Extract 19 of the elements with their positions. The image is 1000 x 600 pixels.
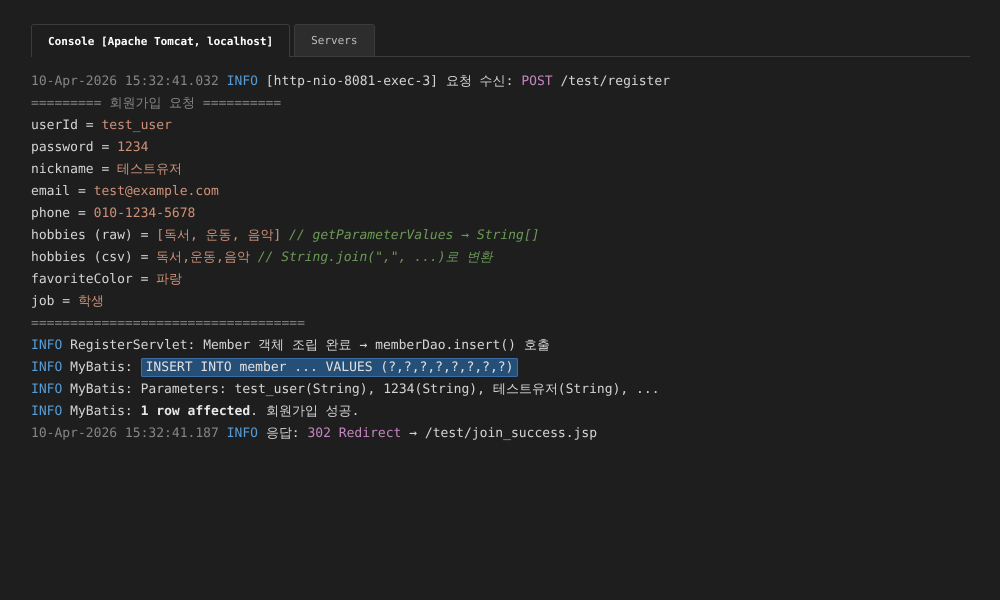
log-line: INFO RegisterServlet: Member 객체 조립 완료 → memberDao.insert() 호출 [31, 337, 551, 355]
log-line: ========= 회원가입 요청 ========== [31, 95, 282, 113]
log-line: password = 1234 [31, 139, 150, 157]
console-tab[interactable]: Servers [294, 24, 375, 56]
log-line: nickname = 테스트유저 [31, 161, 184, 179]
log-line: INFO MyBatis: 1 row affected. 회원가입 성공. [31, 403, 360, 421]
log-line: 10-Apr-2026 15:32:41.187 INFO 응답: 302 Redirect → /test/join_success.jsp [31, 425, 598, 443]
log-line: INFO MyBatis: Parameters: test_user(String), 1234(String), 테스트유저(String), ... [31, 381, 661, 399]
log-line: hobbies (raw) = [독서, 운동, 음악] // getParameterValues → String[] [31, 227, 540, 245]
log-line: job = 학생 [31, 293, 105, 311]
log-line: favoriteColor = 파랑 [31, 271, 184, 289]
log-line: email = test@example.com [31, 183, 220, 201]
log-line: 10-Apr-2026 15:32:41.032 INFO [http-nio-8081-exec-3] 요청 수신: POST /test/register [31, 73, 672, 91]
log-line: =================================== [31, 315, 306, 333]
log-line: hobbies (csv) = 독서,운동,음악 // String.join(",", ...)로 변환 [31, 249, 494, 267]
log-line: phone = 010-1234-5678 [31, 205, 196, 223]
log-line: INFO MyBatis: INSERT INTO member ... VALUES (?,?,?,?,?,?,?,?) [31, 357, 970, 379]
log-line: userId = test_user [31, 117, 173, 135]
console-tab[interactable]: Console [Apache Tomcat, localhost] [31, 24, 290, 57]
